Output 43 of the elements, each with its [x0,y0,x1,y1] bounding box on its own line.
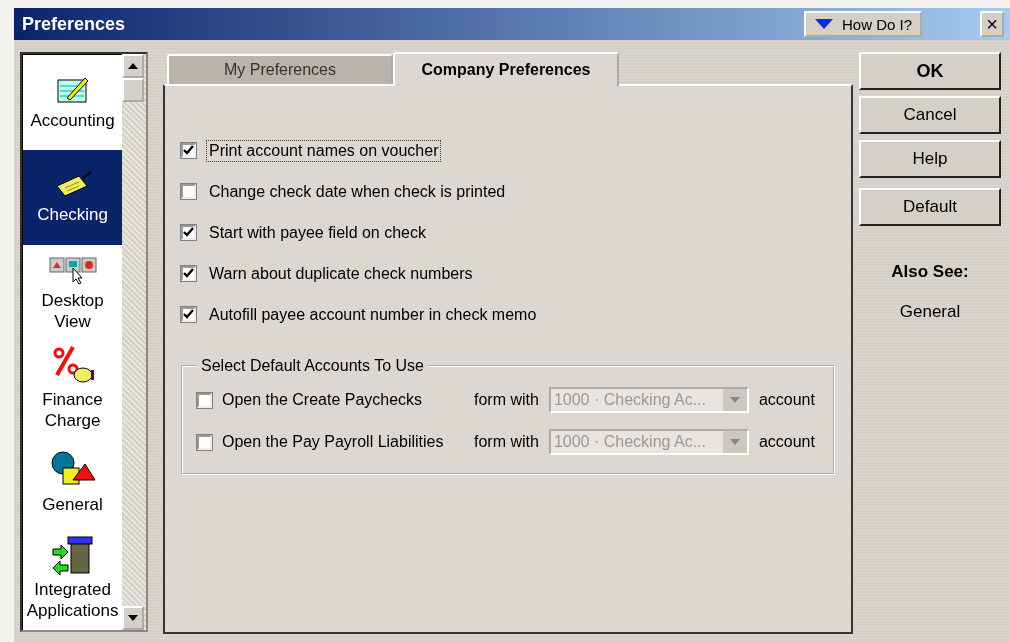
option-label: Open the Create Paychecks [222,391,424,409]
close-button[interactable]: × [980,11,1004,37]
window-title: Preferences [22,13,127,35]
triangle-down-icon [813,18,834,30]
sidebar-item[interactable]: Finance Charge [23,340,123,435]
dropdown-arrow-icon [729,397,740,403]
dialog-button[interactable]: Cancel [859,96,1001,134]
door-arrows-icon [50,534,95,575]
dropdown-arrow-icon [729,439,740,445]
account-label: account [758,433,815,451]
group-title: Select Default Accounts To Use [200,357,425,375]
triangle-up-icon [128,63,139,69]
also-see-heading: Also See: [890,262,970,282]
sidebar-item[interactable]: Integrated Applications [23,530,123,625]
tab[interactable]: My Preferences [167,54,393,84]
scroll-down-button[interactable] [122,606,145,630]
scroll-up-button[interactable] [122,54,145,78]
sidebar-item[interactable]: Accounting [23,55,123,150]
option-label: Change check date when check is printed [208,181,507,202]
checkbox[interactable] [181,266,196,281]
form-with-label: form with [474,391,539,409]
tab[interactable]: Company Preferences [393,52,619,86]
option-label: Start with payee field on check [208,222,427,243]
scrollbar-thumb[interactable] [122,78,145,102]
checkbox[interactable] [181,307,196,322]
triangle-down-icon [128,615,139,621]
checkbox[interactable] [181,184,196,199]
option-label: Open the Pay Payroll Liabilities [222,433,445,451]
sidebar-item[interactable]: Checking [23,150,123,245]
checkbox[interactable] [181,225,196,240]
dialog-button[interactable]: Default [859,188,1001,226]
option-label: Print account names on voucher [206,139,442,162]
dialog-button[interactable]: OK [859,52,1001,90]
form-with-label: form with [474,433,539,451]
also-see-link[interactable]: General [859,302,1001,322]
how-do-i-button[interactable]: How Do I? [803,11,922,37]
account-label: account [758,391,815,409]
option-label: Autofill payee account number in check memo [208,304,538,325]
checkbox[interactable] [181,143,196,158]
sidebar-item[interactable]: Desktop View [23,245,123,340]
option-label: Warn about duplicate check numbers [208,263,474,284]
sidebar-item[interactable]: General [23,435,123,530]
dialog-button[interactable]: Help [859,140,1001,178]
